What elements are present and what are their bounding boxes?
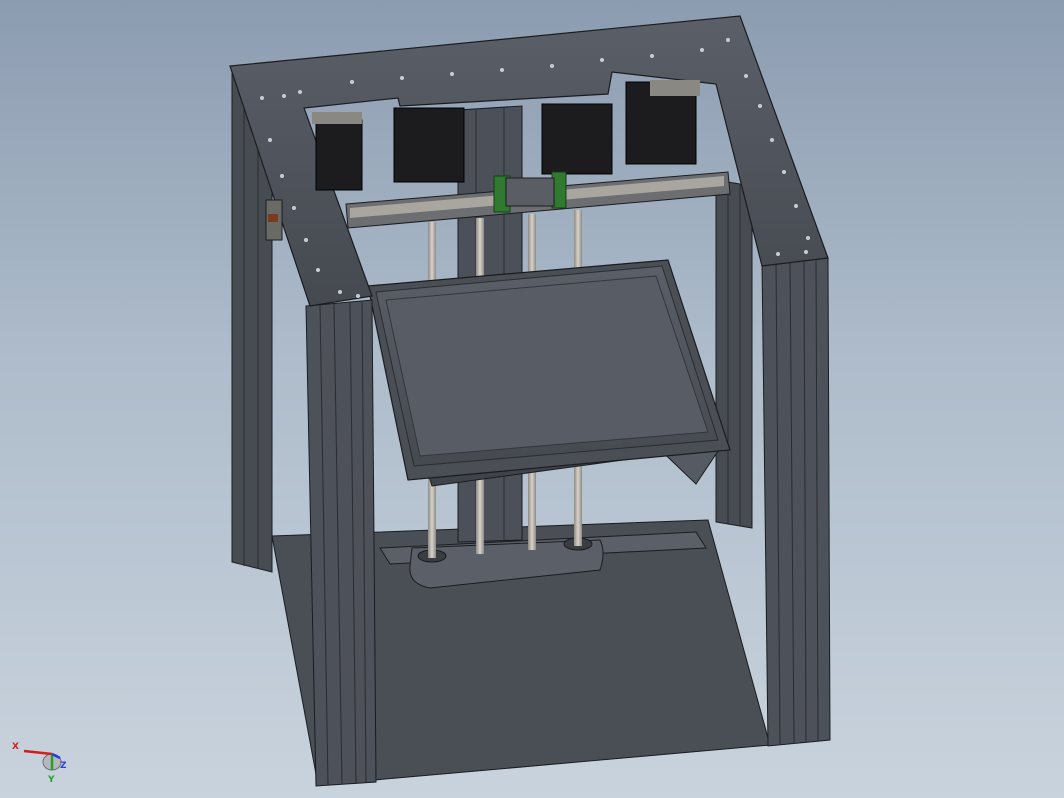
front-right-post [761,257,831,747]
cad-viewport[interactable]: X Y Z [0,0,1064,798]
x-axis-label: X [12,742,19,752]
z-axis-label: Z [60,761,67,771]
front-left-post [305,299,377,787]
build-platform [367,259,731,487]
x-axis-arrow [23,749,53,756]
y-axis-label: Y [47,775,55,785]
back-right-post [715,179,753,529]
printer-frame-model[interactable] [0,0,1064,798]
axis-triad: X Y Z [12,742,67,785]
